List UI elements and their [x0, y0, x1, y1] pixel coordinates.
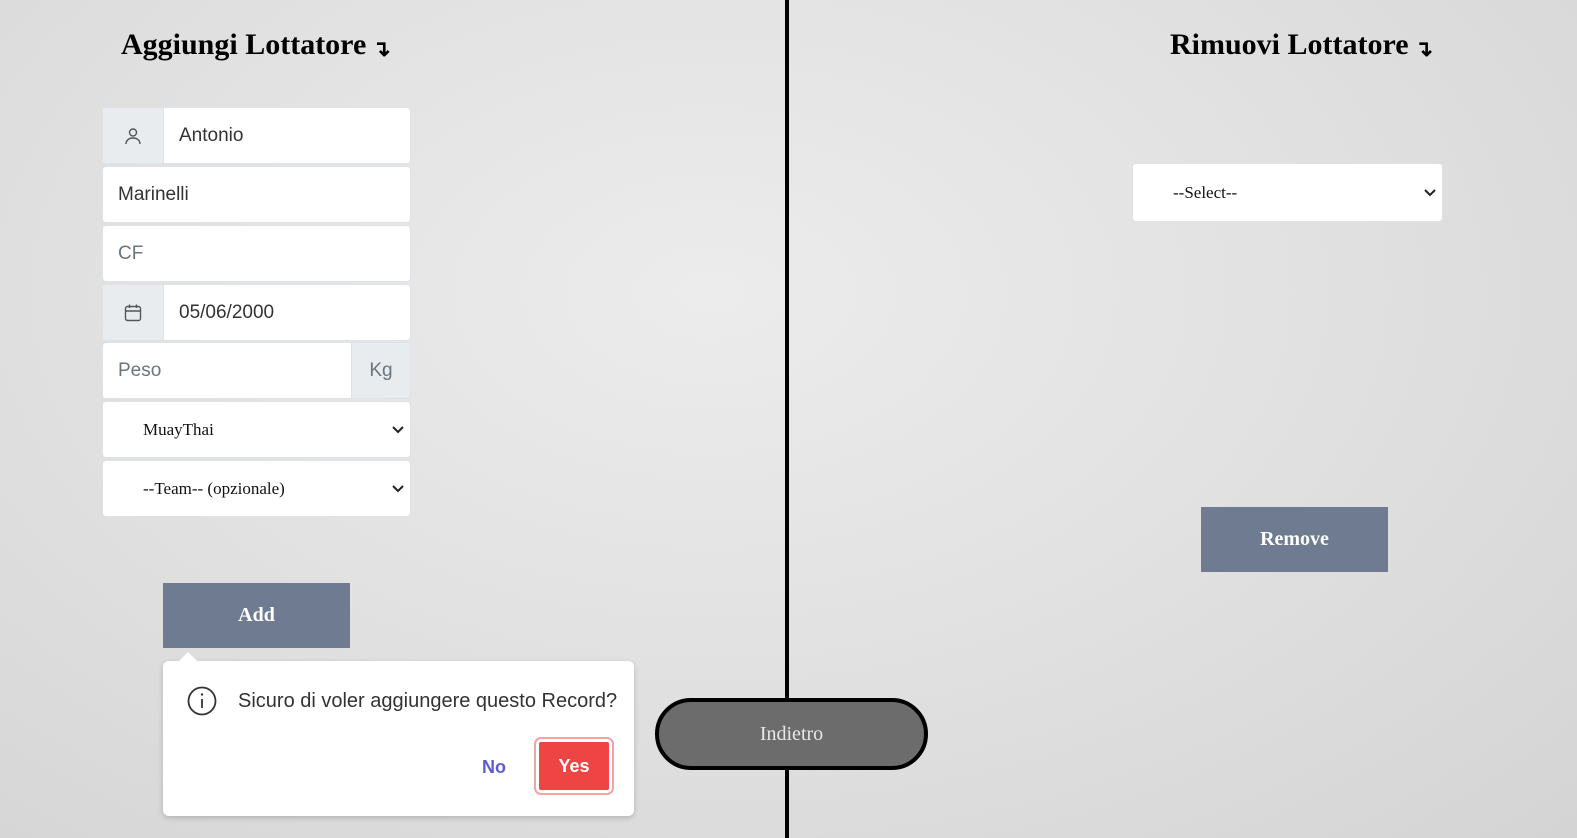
cf-input[interactable]	[103, 226, 410, 281]
last-name-group	[102, 166, 411, 223]
confirm-no-button[interactable]: No	[468, 752, 520, 782]
remove-wrestler-title: Rimuovi Lottatore ↴	[1170, 28, 1433, 62]
remove-button[interactable]: Remove	[1201, 507, 1388, 572]
birth-date-group	[102, 284, 411, 341]
add-wrestler-title-text: Aggiungi Lottatore	[121, 28, 367, 61]
back-button[interactable]: Indietro	[655, 698, 928, 770]
confirm-yes-button[interactable]: Yes	[534, 737, 614, 795]
first-name-group	[102, 107, 411, 164]
weight-group: Kg	[102, 342, 411, 399]
confirm-popover: Sicuro di voler aggiungere questo Record…	[163, 652, 634, 816]
add-wrestler-title: Aggiungi Lottatore ↴	[121, 28, 391, 62]
team-select[interactable]: --Team-- (opzionale)	[103, 461, 410, 516]
cf-group	[102, 225, 411, 282]
user-icon	[103, 108, 164, 163]
last-name-input[interactable]	[103, 167, 410, 222]
remove-wrestler-title-text: Rimuovi Lottatore	[1170, 28, 1409, 61]
weight-input[interactable]	[103, 343, 351, 398]
calendar-icon	[103, 285, 164, 340]
confirm-message: Sicuro di voler aggiungere questo Record…	[238, 690, 618, 712]
first-name-input[interactable]	[164, 108, 410, 163]
birth-date-input[interactable]	[164, 285, 410, 340]
add-button[interactable]: Add	[163, 583, 350, 648]
discipline-select[interactable]: MuayThai	[103, 402, 410, 457]
down-right-arrow-icon: ↴	[372, 36, 391, 61]
down-right-arrow-icon: ↴	[1414, 36, 1434, 61]
team-select-group: --Team-- (opzionale)	[102, 460, 411, 517]
popover-caret	[179, 652, 197, 661]
wrestler-remove-select[interactable]: --Select--	[1133, 164, 1442, 221]
weight-unit-label: Kg	[351, 343, 410, 398]
wrestler-remove-select-group: --Select--	[1132, 163, 1443, 222]
info-icon	[187, 686, 217, 716]
discipline-select-group: MuayThai	[102, 401, 411, 458]
